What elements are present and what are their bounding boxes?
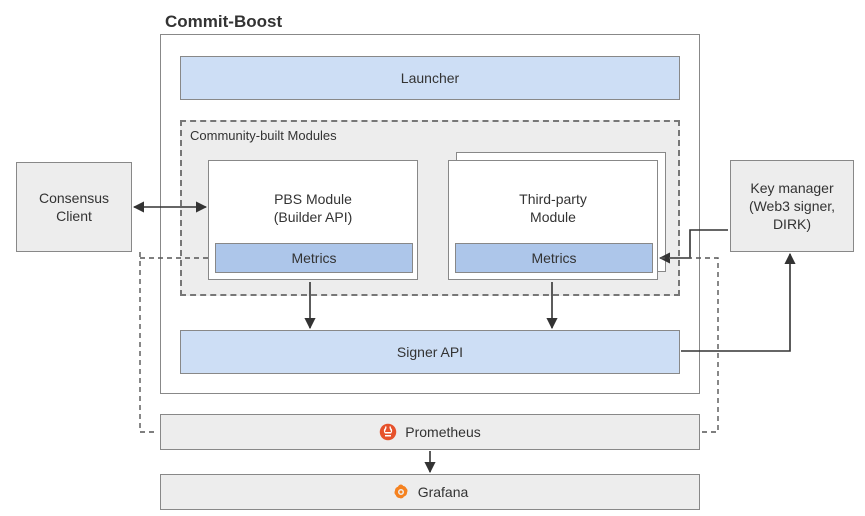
- thirdparty-metrics-label: Metrics: [531, 250, 576, 266]
- thirdparty-module-title: Third-party: [519, 190, 587, 208]
- commit-boost-title: Commit-Boost: [165, 12, 282, 32]
- prometheus-icon: [379, 423, 397, 441]
- grafana-icon: [392, 483, 410, 501]
- launcher-label: Launcher: [401, 70, 459, 86]
- key-manager-box: Key manager (Web3 signer, DIRK): [730, 160, 854, 252]
- signer-api-box: Signer API: [180, 330, 680, 374]
- pbs-module-title: PBS Module: [274, 190, 352, 208]
- launcher-box: Launcher: [180, 56, 680, 100]
- grafana-label: Grafana: [418, 484, 469, 500]
- pbs-metrics-label: Metrics: [291, 250, 336, 266]
- thirdparty-module: Third-party Module Metrics: [448, 160, 658, 280]
- pbs-metrics: Metrics: [215, 243, 413, 273]
- grafana-box: Grafana: [160, 474, 700, 510]
- prometheus-box: Prometheus: [160, 414, 700, 450]
- thirdparty-module-subtitle: Module: [530, 208, 576, 226]
- consensus-l2: Client: [56, 207, 92, 225]
- pbs-module: PBS Module (Builder API) Metrics: [208, 160, 418, 280]
- prometheus-label: Prometheus: [405, 424, 480, 440]
- keymanager-l2: (Web3 signer,: [749, 197, 835, 215]
- consensus-client-box: Consensus Client: [16, 162, 132, 252]
- pbs-module-subtitle: (Builder API): [274, 208, 353, 226]
- keymanager-l1: Key manager: [750, 179, 833, 197]
- keymanager-l3: DIRK): [773, 215, 811, 233]
- consensus-l1: Consensus: [39, 189, 109, 207]
- signer-api-label: Signer API: [397, 344, 463, 360]
- community-modules-label: Community-built Modules: [190, 128, 337, 143]
- thirdparty-metrics: Metrics: [455, 243, 653, 273]
